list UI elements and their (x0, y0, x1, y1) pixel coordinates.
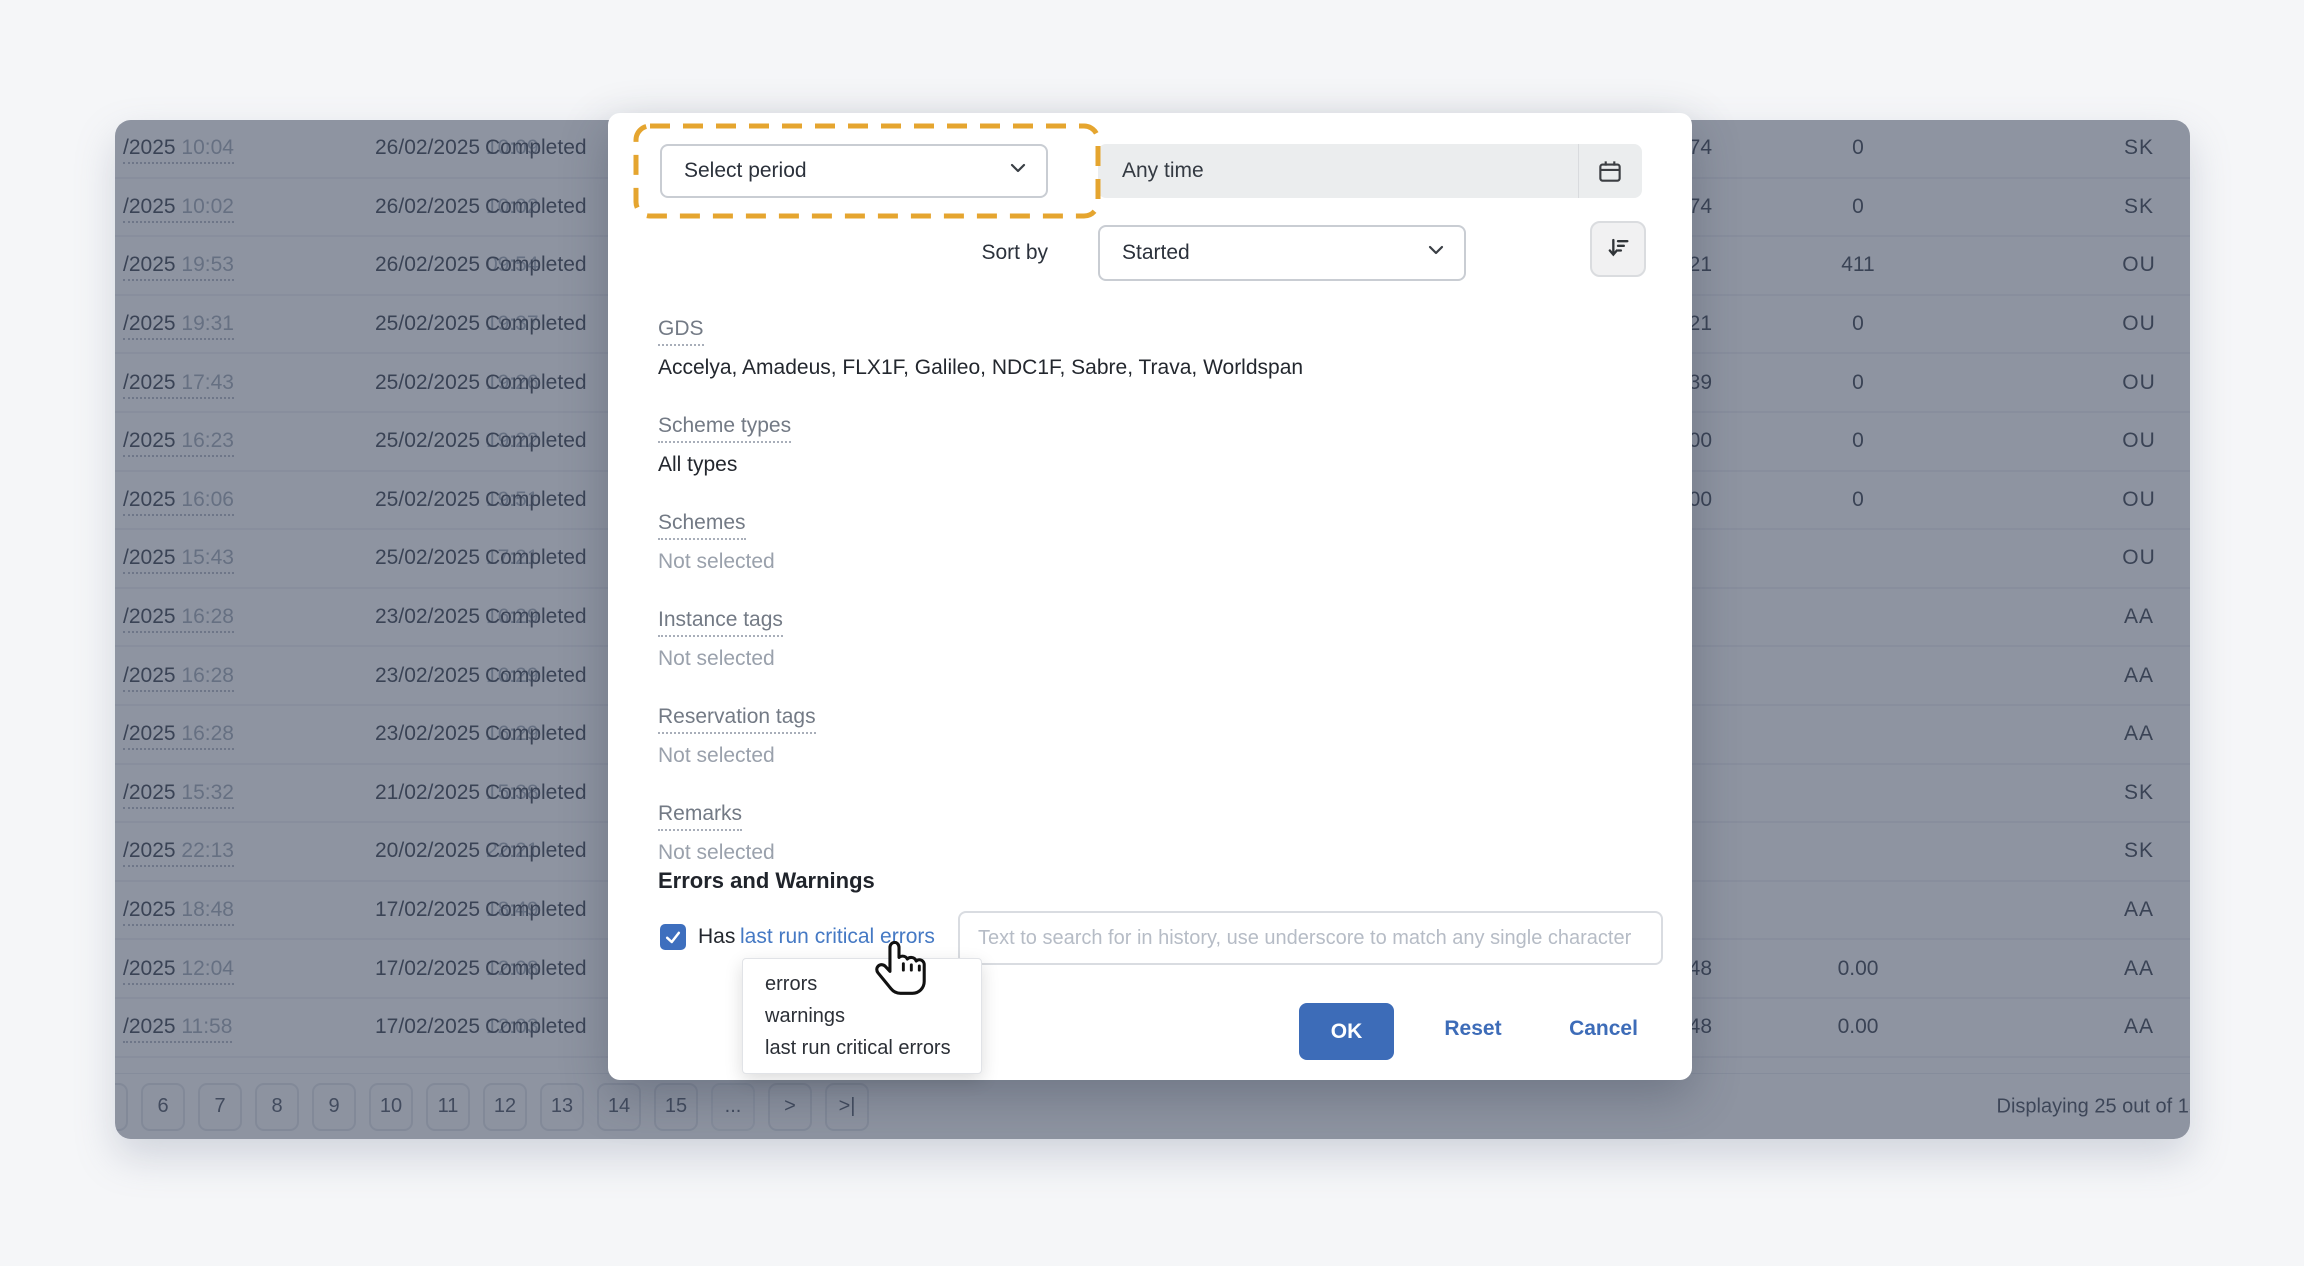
ok-button[interactable]: OK (1299, 1003, 1394, 1060)
checkmark-icon (663, 927, 683, 947)
filter-section-label[interactable]: Remarks (658, 801, 742, 831)
filter-section: Scheme types All types (658, 413, 1638, 480)
filter-section: Remarks Not selected (658, 801, 1638, 868)
filter-section-label[interactable]: Schemes (658, 510, 746, 540)
filter-section-label[interactable]: Instance tags (658, 607, 783, 637)
filter-section-value: Not selected (658, 741, 1638, 771)
sort-select[interactable]: Started (1098, 225, 1466, 281)
filter-section-value: Not selected (658, 644, 1638, 674)
sort-direction-button[interactable] (1590, 221, 1646, 277)
filter-section-label[interactable]: Reservation tags (658, 704, 816, 734)
history-search-input[interactable] (958, 911, 1663, 965)
period-select[interactable]: Select period (660, 144, 1048, 198)
filter-section-value: Not selected (658, 838, 1638, 868)
sort-by-label: Sort by (848, 240, 1048, 266)
app-canvas: /2025 10:0426/02/2025 10:09Completed740S… (0, 0, 2304, 1266)
cancel-button[interactable]: Cancel (1556, 1017, 1651, 1041)
dropdown-option[interactable]: last run critical errors (743, 1032, 981, 1064)
reset-button[interactable]: Reset (1428, 1017, 1518, 1041)
filter-section: Reservation tags Not selected (658, 704, 1638, 771)
chevron-down-icon (1424, 238, 1448, 268)
filter-sections: GDS Accelya, Amadeus, FLX1F, Galileo, NDC… (658, 316, 1638, 898)
sort-select-value: Started (1122, 241, 1190, 265)
has-label: Has (698, 925, 735, 949)
filter-section-value: All types (658, 450, 1638, 480)
time-filter-value: Any time (1098, 159, 1204, 183)
has-errors-checkbox[interactable] (660, 924, 686, 950)
error-type-link[interactable]: last run critical errors (740, 925, 935, 949)
time-filter-field[interactable]: Any time (1098, 144, 1642, 198)
filter-section-value: Not selected (658, 547, 1638, 577)
error-type-dropdown-menu: errorswarningslast run critical errors (742, 958, 982, 1074)
calendar-icon[interactable] (1578, 144, 1642, 198)
filter-section-value: Accelya, Amadeus, FLX1F, Galileo, NDC1F,… (658, 353, 1638, 383)
filter-modal: Select period Any time Sort by Started (608, 113, 1692, 1080)
filter-section-label[interactable]: GDS (658, 316, 704, 346)
filter-section: Instance tags Not selected (658, 607, 1638, 674)
sort-descending-icon (1604, 233, 1632, 266)
errors-warnings-heading: Errors and Warnings (658, 868, 875, 894)
dropdown-option[interactable]: errors (743, 968, 981, 1000)
filter-section-label[interactable]: Scheme types (658, 413, 791, 443)
filter-section: GDS Accelya, Amadeus, FLX1F, Galileo, NDC… (658, 316, 1638, 383)
filter-section: Schemes Not selected (658, 510, 1638, 577)
period-select-value: Select period (684, 159, 807, 183)
dropdown-option[interactable]: warnings (743, 1000, 981, 1032)
chevron-down-icon (1006, 156, 1030, 186)
